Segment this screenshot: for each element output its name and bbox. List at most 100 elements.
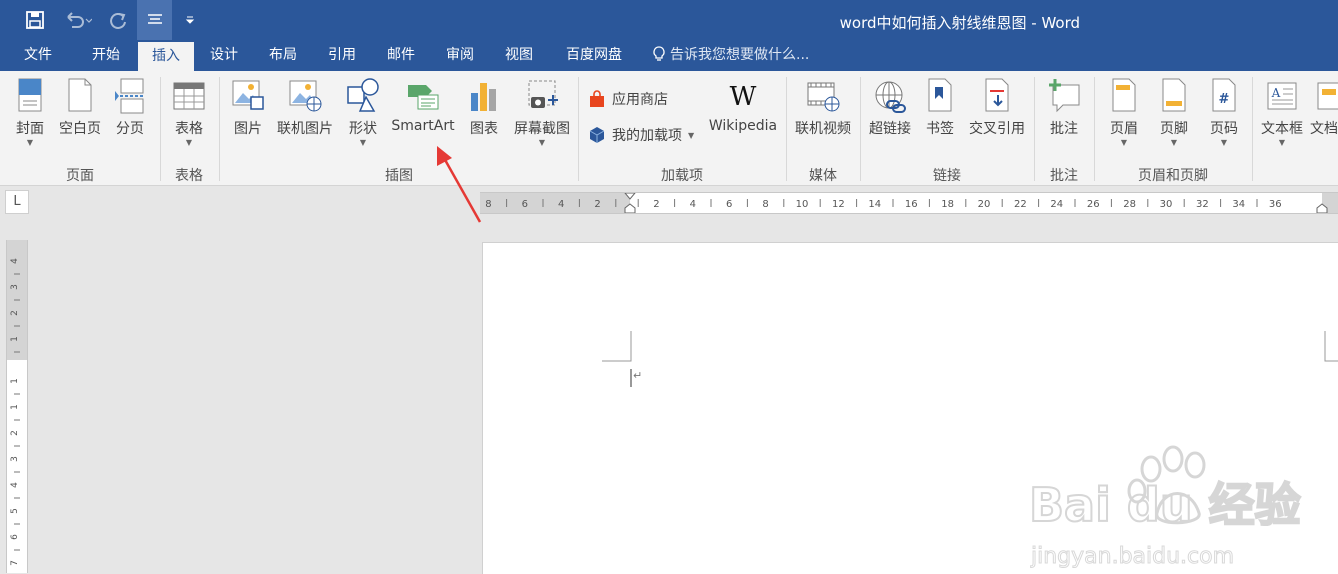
- cross-reference-label: 交叉引用: [969, 121, 1025, 137]
- textbox-button[interactable]: A 文本框 ▼: [1258, 77, 1306, 148]
- tab-review[interactable]: 审阅: [434, 40, 486, 71]
- chart-icon: [471, 83, 496, 111]
- tab-baidu-netdisk[interactable]: 百度网盘: [552, 40, 636, 71]
- my-addins-button[interactable]: 我的加载项 ▼: [588, 125, 694, 145]
- ruler-number: 6: [522, 199, 528, 210]
- ruler-number: 10: [796, 199, 809, 210]
- cross-reference-button[interactable]: 交叉引用: [966, 77, 1028, 138]
- ruler-number: 2: [10, 310, 20, 316]
- store-button[interactable]: 应用商店: [588, 89, 668, 109]
- dropdown-arrow-icon: ▼: [1220, 138, 1228, 147]
- online-picture-button[interactable]: 联机图片: [274, 77, 336, 138]
- tell-me-placeholder: 告诉我您想要做什么...: [670, 47, 810, 63]
- document-page[interactable]: ↵ Bai du 经验 jingyan.baidu.com: [482, 242, 1338, 574]
- tab-layout[interactable]: 布局: [256, 40, 310, 71]
- tab-mailings[interactable]: 邮件: [374, 40, 428, 71]
- page-break-icon: [115, 78, 145, 114]
- tab-references[interactable]: 引用: [316, 40, 368, 71]
- picture-label: 图片: [234, 121, 262, 137]
- docpart-label: 文档: [1310, 121, 1338, 137]
- dropdown-arrow-icon: ▼: [1278, 138, 1286, 147]
- header-icon: [1112, 78, 1136, 112]
- chart-button[interactable]: 图表: [464, 77, 504, 138]
- shapes-button[interactable]: 形状 ▼: [342, 77, 384, 148]
- ruler-number: 36: [1269, 199, 1282, 210]
- textbox-icon: A: [1267, 82, 1297, 110]
- smartart-label: SmartArt: [391, 118, 455, 134]
- table-icon: [173, 82, 205, 110]
- screenshot-button[interactable]: 屏幕截图 ▼: [510, 77, 574, 148]
- online-video-button[interactable]: 联机视频: [792, 77, 854, 138]
- blank-page-label: 空白页: [59, 121, 101, 137]
- smartart-icon: [408, 85, 439, 110]
- footer-button[interactable]: 页脚 ▼: [1154, 77, 1194, 148]
- vertical-ruler[interactable]: 4321112345678: [6, 240, 28, 573]
- page-break-label: 分页: [116, 121, 144, 137]
- online-picture-icon: [289, 80, 322, 112]
- bookmark-label: 书签: [926, 121, 954, 137]
- dropdown-arrow-icon: ▼: [538, 138, 546, 147]
- hyperlink-label: 超链接: [869, 121, 911, 137]
- group-links-label: 链接: [933, 168, 961, 184]
- ribbon-tabs: 文件 开始 插入 设计 布局 引用 邮件 审阅 视图 百度网盘 告诉我您想要做什…: [0, 40, 1338, 71]
- tell-me-box[interactable]: 告诉我您想要做什么...: [652, 40, 809, 71]
- cross-reference-icon: [985, 78, 1009, 112]
- table-label: 表格: [175, 121, 203, 137]
- window-title: word中如何插入射线维恩图 - Word: [839, 14, 1080, 32]
- ruler-number: 5: [10, 508, 20, 514]
- bookmark-button[interactable]: 书签: [920, 77, 960, 138]
- header-button[interactable]: 页眉 ▼: [1104, 77, 1144, 148]
- textbox-label: 文本框: [1261, 121, 1303, 137]
- wikipedia-button[interactable]: W Wikipedia: [704, 77, 782, 134]
- ruler-number: 8: [762, 199, 768, 210]
- comment-label: 批注: [1050, 121, 1078, 137]
- ruler-number: 28: [1123, 199, 1136, 210]
- vertical-ruler-scale: 4321112345678: [7, 240, 27, 566]
- blank-page-icon: [68, 78, 92, 112]
- ruler-number: 7: [10, 560, 20, 566]
- footer-label: 页脚: [1160, 121, 1188, 137]
- table-button[interactable]: 表格 ▼: [168, 77, 210, 148]
- ruler-number: 6: [10, 534, 20, 540]
- tab-selector[interactable]: L: [5, 190, 29, 214]
- tab-view[interactable]: 视图: [492, 40, 546, 71]
- addins-icon: [589, 127, 605, 143]
- online-video-icon: [807, 82, 840, 112]
- cover-page-icon: [18, 78, 42, 112]
- group-tables-label: 表格: [175, 168, 203, 184]
- blank-page-button[interactable]: 空白页: [56, 77, 104, 138]
- new-comment-button[interactable]: 批注: [1042, 77, 1086, 138]
- ruler-number: 26: [1087, 199, 1100, 210]
- smartart-button[interactable]: SmartArt: [390, 77, 456, 134]
- cover-page-button[interactable]: 封面 ▼: [10, 77, 50, 148]
- ruler-number: 6: [726, 199, 732, 210]
- page-break-button[interactable]: 分页: [110, 77, 150, 138]
- ruler-number: 8: [485, 199, 491, 210]
- docpart-button[interactable]: 文档: [1310, 77, 1338, 138]
- horizontal-ruler-scale: 8 6 4 2 2 4 6 8 10 12 14 16 18 20 22 24 26 28 30 32 34 36: [480, 193, 1338, 213]
- ruler-number: 32: [1196, 199, 1209, 210]
- ruler-number: 30: [1160, 199, 1173, 210]
- ruler-number: 24: [1050, 199, 1063, 210]
- lightbulb-icon: [653, 46, 665, 61]
- page-number-button[interactable]: # 页码 ▼: [1204, 77, 1244, 148]
- ruler-number: 34: [1232, 199, 1245, 210]
- tab-insert[interactable]: 插入: [138, 42, 194, 71]
- picture-button[interactable]: 图片: [228, 77, 268, 138]
- tab-file[interactable]: 文件: [12, 40, 64, 71]
- ruler-number: 2: [594, 199, 600, 210]
- wikipedia-icon: W: [730, 82, 757, 112]
- watermark-brand: Bai du 经验: [1029, 478, 1301, 532]
- dropdown-arrow-icon: ▼: [1170, 138, 1178, 147]
- tab-home[interactable]: 开始: [78, 40, 134, 71]
- tab-design[interactable]: 设计: [198, 40, 250, 71]
- svg-text:A: A: [1271, 86, 1281, 100]
- group-illustrations-label: 插图: [385, 168, 413, 184]
- paragraph-mark: ↵: [633, 369, 643, 382]
- horizontal-ruler[interactable]: 8 6 4 2 2 4 6 8 10 12 14 16 18 20 22 24 26 28 30 32 34 36: [480, 192, 1338, 214]
- ruler-number: 4: [10, 258, 20, 264]
- separator: [1252, 77, 1253, 181]
- dropdown-arrow-icon: ▼: [688, 130, 695, 140]
- hyperlink-button[interactable]: 超链接: [866, 77, 914, 138]
- group-pages-label: 页面: [66, 168, 94, 184]
